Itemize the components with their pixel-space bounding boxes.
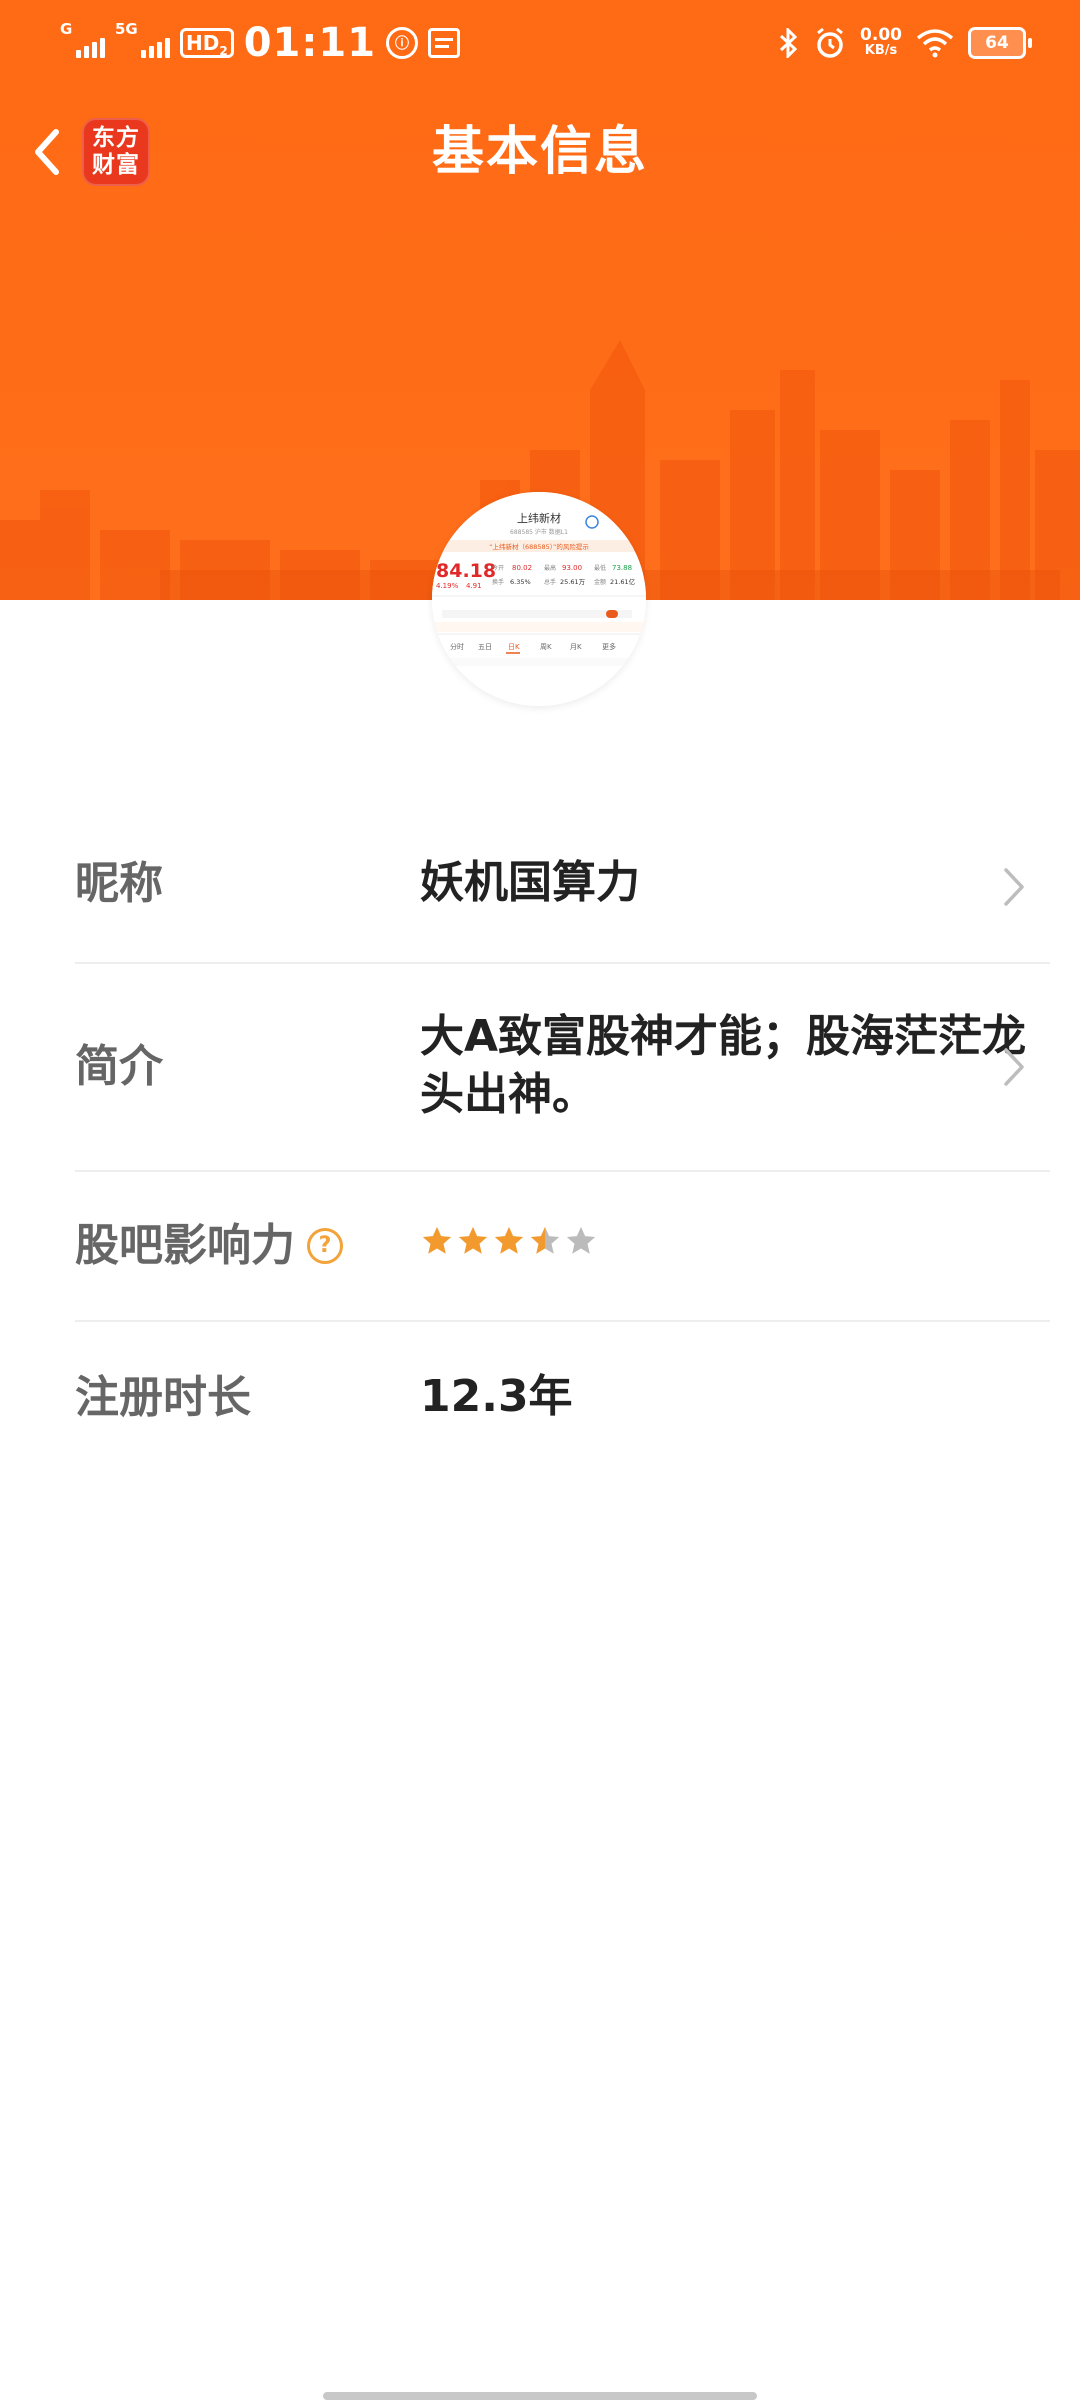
network-speed: 0.00 KB/s (860, 25, 902, 59)
svg-text:93.00: 93.00 (562, 564, 582, 572)
alarm-icon (817, 27, 843, 58)
svg-text:分时: 分时 (450, 642, 464, 651)
svg-text:73.88: 73.88 (612, 564, 632, 572)
nickname-value: 妖机国算力 (420, 857, 640, 908)
star-filled-icon (494, 1226, 524, 1254)
registration-duration-value: 12.3年 (420, 1371, 573, 1422)
svg-text:4.91: 4.91 (466, 582, 482, 590)
influence-row: 股吧影响力 ? (75, 1172, 1050, 1322)
svg-text:最低: 最低 (594, 564, 606, 572)
svg-text:今开: 今开 (492, 564, 504, 572)
hd-voice-icon: HD2 (180, 28, 234, 58)
star-half-icon (530, 1226, 560, 1254)
svg-text:21.61亿: 21.61亿 (610, 577, 636, 586)
svg-text:五日: 五日 (478, 643, 492, 651)
star-empty-icon (566, 1226, 596, 1254)
svg-text:80.02: 80.02 (512, 564, 532, 572)
influence-star-rating (420, 1224, 598, 1258)
registration-duration-label: 注册时长 (75, 1372, 251, 1423)
svg-text:最高: 最高 (544, 564, 556, 572)
data-saver-icon: ⓘ (386, 27, 419, 59)
calendar-notification-icon (428, 28, 461, 58)
svg-text:688585 沪市 数据L1: 688585 沪市 数据L1 (510, 528, 568, 536)
svg-text:“上纬新材（688585）”的风险提示: “上纬新材（688585）”的风险提示 (489, 542, 589, 551)
registration-duration-row: 注册时长 12.3年 (75, 1322, 1050, 1472)
bio-value: 大A致富股神才能；股海茫茫龙头出神。 (420, 1011, 1027, 1120)
help-question-icon[interactable]: ? (307, 1228, 343, 1264)
star-filled-icon (422, 1226, 452, 1254)
signal-sim1-icon: G (60, 20, 105, 58)
influence-label: 股吧影响力 ? (75, 1216, 343, 1276)
svg-text:换手: 换手 (492, 578, 504, 586)
bio-row[interactable]: 简介 大A致富股神才能；股海茫茫龙头出神。 (75, 964, 1050, 1172)
avatar-stock-screenshot-image: 上纬新材 688585 沪市 数据L1 “上纬新材（688585）”的风险提示 … (432, 492, 646, 706)
status-time: 01:11 (243, 20, 377, 66)
svg-text:上纬新材: 上纬新材 (517, 511, 561, 525)
svg-text:日K: 日K (508, 643, 520, 651)
home-indicator-bar[interactable] (323, 2392, 757, 2400)
star-filled-icon (458, 1226, 488, 1254)
status-bar: G 5G HD2 01:11 ⓘ 0.00 KB/s 64 (0, 0, 1080, 84)
bluetooth-icon (780, 28, 798, 58)
svg-text:25.61万: 25.61万 (560, 578, 586, 586)
chevron-right-icon (1004, 1048, 1024, 1086)
signal-sim2-icon: 5G (115, 20, 170, 58)
user-avatar[interactable]: 上纬新材 688585 沪市 数据L1 “上纬新材（688585）”的风险提示 … (432, 492, 646, 706)
wifi-icon (916, 29, 954, 58)
svg-text:月K: 月K (570, 643, 582, 651)
svg-text:4.19%: 4.19% (436, 582, 459, 590)
svg-text:84.18: 84.18 (436, 560, 496, 582)
battery-icon: 64 (968, 27, 1032, 59)
bio-label: 简介 (75, 1041, 163, 1092)
page-title: 基本信息 (431, 122, 648, 182)
chevron-right-icon (1004, 868, 1024, 906)
svg-text:更多: 更多 (602, 642, 616, 651)
svg-text:周K: 周K (540, 643, 552, 651)
svg-text:6.35%: 6.35% (510, 578, 531, 586)
profile-info-list: 昵称 妖机国算力 简介 大A致富股神才能；股海茫茫龙头出神。 股吧影响力 ? 注… (75, 808, 1050, 1472)
nickname-label: 昵称 (75, 858, 163, 909)
nickname-row[interactable]: 昵称 妖机国算力 (75, 808, 1050, 964)
svg-text:金额: 金额 (594, 578, 606, 586)
profile-basic-info-page: G 5G HD2 01:11 ⓘ 0.00 KB/s 64 东方 财富 基本信息… (0, 0, 1080, 2408)
svg-text:总手: 总手 (544, 578, 556, 586)
